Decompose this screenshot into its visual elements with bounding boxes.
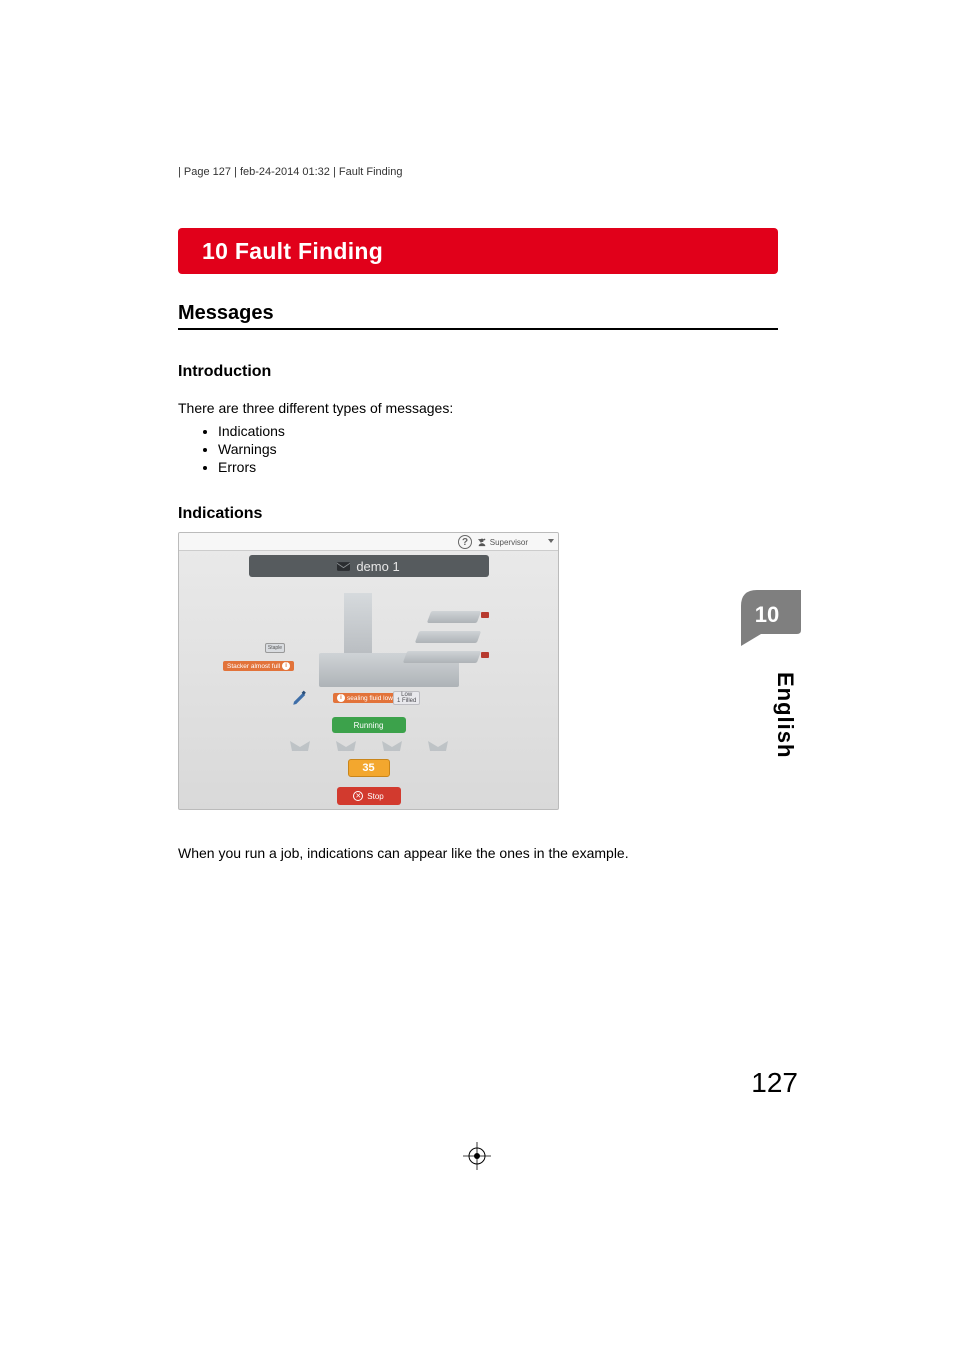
intro-paragraph: There are three different types of messa… <box>178 400 453 416</box>
counter-pill: 35 <box>348 759 390 777</box>
pen-icon <box>291 689 309 707</box>
message-types-list: Indications Warnings Errors <box>200 422 285 477</box>
status-dot-icon <box>481 652 489 658</box>
tray-icon <box>288 739 312 753</box>
list-item: Warnings <box>218 440 285 458</box>
figure-caption: When you run a job, indications can appe… <box>178 845 629 861</box>
side-language-label: English <box>772 672 798 758</box>
page-number: 127 <box>751 1067 798 1099</box>
indication-tag-stacker[interactable]: Stacker almost full i <box>223 661 294 671</box>
status-running-pill: Running <box>332 717 406 733</box>
user-role-label: Supervisor <box>490 538 528 547</box>
stop-icon: ✕ <box>353 791 363 801</box>
machine-diagram: Staple Stacker almost full i i sealing f… <box>229 593 509 713</box>
info-icon: i <box>282 662 290 670</box>
section-heading-messages: Messages <box>178 302 274 325</box>
list-item: Errors <box>218 458 285 476</box>
indication-text: sealing fluid low <box>347 695 393 702</box>
envelope-icon <box>337 562 350 571</box>
registration-mark-icon <box>463 1142 491 1170</box>
section-divider <box>178 328 778 330</box>
stop-label: Stop <box>367 792 383 801</box>
device-screenshot: ? Supervisor demo 1 Staple Stacker almos… <box>178 532 559 810</box>
feeder-tray <box>415 631 481 643</box>
feeder-tray <box>403 651 481 663</box>
staple-badge: Staple <box>265 643 285 653</box>
job-name-text: demo 1 <box>356 559 399 574</box>
feeder-tray <box>427 611 481 623</box>
chevron-down-icon[interactable] <box>548 539 554 543</box>
side-chapter-tab: 10 <box>741 590 801 646</box>
output-tray-row <box>288 739 450 753</box>
info-icon: i <box>337 694 345 702</box>
machine-tower <box>344 593 372 657</box>
sealing-fluid-line2: 1 Filled <box>397 698 416 704</box>
chapter-title-bar: 10 Fault Finding <box>178 228 778 274</box>
subheading-indications: Indications <box>178 505 262 523</box>
list-item: Indications <box>218 422 285 440</box>
page-header-meta: | Page 127 | feb-24-2014 01:32 | Fault F… <box>178 166 402 178</box>
subheading-introduction: Introduction <box>178 363 271 381</box>
chapter-number: 10 <box>741 602 793 628</box>
user-role-dropdown[interactable]: Supervisor <box>477 537 528 547</box>
indication-text: Stacker almost full <box>227 663 280 670</box>
tray-icon <box>380 739 404 753</box>
chapter-title-text: 10 Fault Finding <box>202 238 383 265</box>
user-icon <box>477 537 487 547</box>
tray-icon <box>426 739 450 753</box>
tray-icon <box>334 739 358 753</box>
indication-tag-sealing[interactable]: i sealing fluid low <box>333 693 397 703</box>
stop-button[interactable]: ✕ Stop <box>337 787 401 805</box>
help-icon[interactable]: ? <box>458 535 472 549</box>
job-name-bar[interactable]: demo 1 <box>249 555 489 577</box>
sealing-fluid-panel[interactable]: Low 1 Filled <box>393 691 420 705</box>
status-dot-icon <box>481 612 489 618</box>
